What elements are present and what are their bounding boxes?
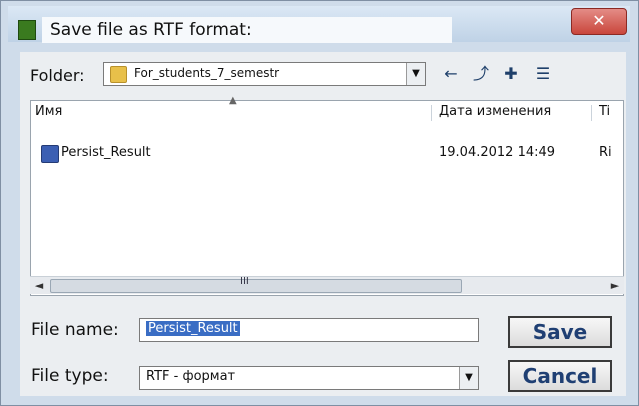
new-folder-icon: ✚	[504, 64, 518, 83]
file-type-label: File type:	[31, 366, 109, 386]
thumb-grip: III	[240, 276, 249, 287]
file-type-value: RTF - формат	[146, 369, 236, 384]
column-date[interactable]: Дата изменения	[439, 101, 589, 123]
window-title: Save file as RTF format:	[42, 17, 452, 43]
scroll-right-button[interactable]: ►	[606, 277, 624, 295]
close-icon: ✕	[592, 11, 606, 30]
arrow-left-icon: ←	[444, 64, 458, 83]
cancel-button[interactable]: Cancel	[508, 360, 612, 392]
column-separator[interactable]	[431, 105, 432, 121]
new-folder-button[interactable]: ✚	[500, 62, 522, 86]
folder-label: Folder:	[30, 66, 85, 85]
column-type[interactable]: Ti	[599, 101, 629, 123]
folder-icon	[110, 66, 127, 83]
save-button[interactable]: Save	[508, 316, 612, 348]
folder-dropdown-button[interactable]: ▼	[406, 63, 425, 85]
scroll-thumb[interactable]: III	[50, 276, 462, 293]
file-name-cell: Persist_Result	[61, 145, 151, 160]
file-row[interactable]: Persist_Result 19.04.2012 14:49 Ri	[31, 145, 623, 165]
document-icon	[41, 145, 59, 163]
chevron-down-icon: ▼	[412, 68, 420, 79]
view-menu-button[interactable]: ☰	[532, 62, 554, 86]
app-icon	[18, 20, 36, 40]
horizontal-scrollbar[interactable]: ◄ III ►	[30, 276, 624, 294]
file-date-cell: 19.04.2012 14:49	[439, 145, 556, 160]
file-name-value: Persist_Result	[146, 321, 240, 336]
file-type-dropdown[interactable]: RTF - формат ▼	[139, 366, 479, 390]
file-type-cell: Ri	[599, 145, 612, 160]
file-name-input[interactable]: Persist_Result	[139, 318, 479, 342]
up-folder-button[interactable]: ⤴	[470, 62, 492, 86]
file-type-dropdown-button[interactable]: ▼	[459, 367, 478, 389]
view-menu-icon: ☰	[535, 64, 551, 83]
folder-dropdown[interactable]: For_students_7_semestr ▼	[103, 62, 426, 86]
folder-up-icon: ⤴	[472, 64, 489, 83]
back-button[interactable]: ←	[440, 62, 462, 86]
scroll-right-icon: ►	[610, 279, 620, 292]
file-list[interactable]: Имя ▲ Дата изменения Ti Persist_Result 1…	[30, 95, 624, 296]
scroll-left-button[interactable]: ◄	[30, 277, 48, 295]
folder-value: For_students_7_semestr	[134, 66, 280, 80]
file-name-label: File name:	[31, 320, 119, 340]
column-separator[interactable]	[591, 105, 592, 121]
close-button[interactable]: ✕	[571, 8, 627, 35]
chevron-down-icon: ▼	[465, 372, 473, 383]
scroll-left-icon: ◄	[34, 279, 44, 292]
sort-ascending-icon: ▲	[229, 95, 237, 106]
